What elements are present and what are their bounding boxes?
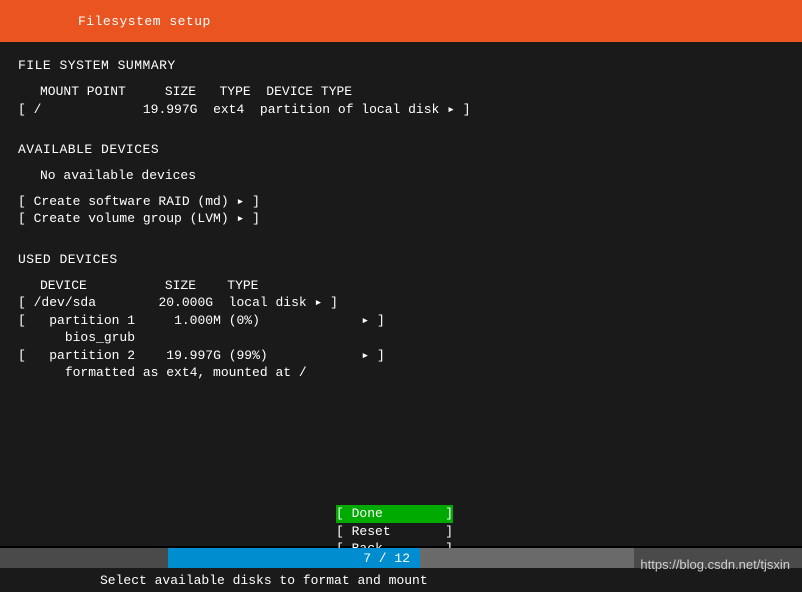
summary-columns: MOUNT POINT SIZE TYPE DEVICE TYPE	[18, 83, 784, 101]
header-bar: Filesystem setup	[0, 0, 802, 42]
summary-row[interactable]: [ / 19.997G ext4 partition of local disk…	[18, 101, 784, 119]
progress-segment-start	[0, 548, 168, 568]
chevron-right-icon: ▸	[361, 312, 369, 330]
chevron-right-icon: ▸	[447, 101, 455, 119]
progress-text: 7 / 12	[363, 551, 410, 566]
progress-segment-remaining	[420, 548, 634, 568]
used-disk-row[interactable]: [ /dev/sda 20.000G local disk ▸ ]	[18, 294, 784, 312]
summary-title: FILE SYSTEM SUMMARY	[18, 58, 784, 73]
reset-button[interactable]: [ Reset ]	[336, 523, 453, 541]
chevron-right-icon: ▸	[361, 347, 369, 365]
create-lvm-action[interactable]: [ Create volume group (LVM) ▸ ]	[18, 210, 784, 228]
used-partition-detail: formatted as ext4, mounted at /	[18, 364, 784, 382]
available-empty: No available devices	[18, 167, 784, 185]
used-partition-row[interactable]: [ partition 2 19.997G (99%) ▸ ]	[18, 347, 784, 365]
page-title: Filesystem setup	[78, 14, 211, 29]
chevron-right-icon: ▸	[236, 210, 244, 228]
used-columns: DEVICE SIZE TYPE	[18, 277, 784, 295]
watermark: https://blog.csdn.net/tjsxin	[640, 557, 790, 572]
create-raid-action[interactable]: [ Create software RAID (md) ▸ ]	[18, 193, 784, 211]
progress-segment-fill: 7 / 12	[168, 548, 420, 568]
used-title: USED DEVICES	[18, 252, 784, 267]
chevron-right-icon: ▸	[236, 193, 244, 211]
done-button[interactable]: [ Done ]	[336, 505, 453, 523]
chevron-right-icon: ▸	[315, 294, 323, 312]
available-title: AVAILABLE DEVICES	[18, 142, 784, 157]
used-partition-row[interactable]: [ partition 1 1.000M (0%) ▸ ]	[18, 312, 784, 330]
main-content: FILE SYSTEM SUMMARY MOUNT POINT SIZE TYP…	[0, 42, 802, 546]
used-partition-detail: bios_grub	[18, 329, 784, 347]
hint-text: Select available disks to format and mou…	[100, 573, 428, 588]
